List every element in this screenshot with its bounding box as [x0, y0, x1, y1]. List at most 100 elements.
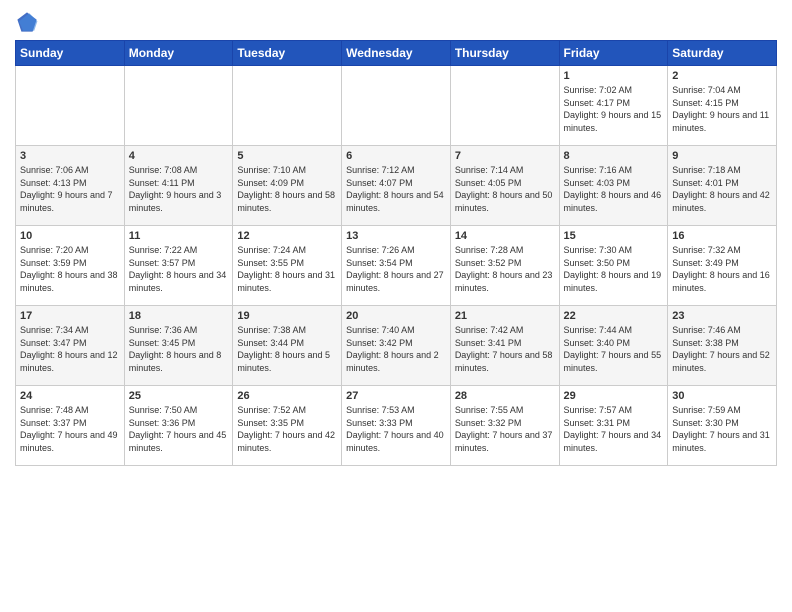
calendar-cell: 26 Sunrise: 7:52 AM Sunset: 3:35 PM Dayli…	[233, 386, 342, 466]
day-number: 19	[237, 310, 337, 322]
calendar-table: SundayMondayTuesdayWednesdayThursdayFrid…	[15, 40, 777, 466]
calendar-cell: 16 Sunrise: 7:32 AM Sunset: 3:49 PM Dayli…	[668, 226, 777, 306]
weekday-header-tuesday: Tuesday	[233, 41, 342, 66]
calendar-cell	[233, 66, 342, 146]
calendar-cell: 27Sunrise: 7:53 AM Sunset: 3:33 PM Dayli…	[342, 386, 451, 466]
day-info: Sunrise: 7:30 AM Sunset: 3:50 PM Dayligh…	[564, 244, 664, 294]
calendar-cell: 30 Sunrise: 7:59 AM Sunset: 3:30 PM Dayli…	[668, 386, 777, 466]
day-info: Sunrise: 7:04 AM Sunset: 4:15 PM Dayligh…	[672, 84, 772, 134]
day-number: 26	[237, 390, 337, 402]
day-number: 13	[346, 230, 446, 242]
calendar-week-row: 3 Sunrise: 7:06 AM Sunset: 4:13 PM Daylig…	[16, 146, 777, 226]
header-row	[15, 10, 777, 34]
day-number: 28	[455, 390, 555, 402]
calendar-cell: 10Sunrise: 7:20 AM Sunset: 3:59 PM Dayli…	[16, 226, 125, 306]
weekday-header-thursday: Thursday	[450, 41, 559, 66]
calendar-cell: 14 Sunrise: 7:28 AM Sunset: 3:52 PM Dayli…	[450, 226, 559, 306]
logo	[15, 10, 43, 34]
day-info: Sunrise: 7:57 AM Sunset: 3:31 PM Dayligh…	[564, 404, 664, 454]
day-info: Sunrise: 7:42 AM Sunset: 3:41 PM Dayligh…	[455, 324, 555, 374]
day-info: Sunrise: 7:14 AM Sunset: 4:05 PM Dayligh…	[455, 164, 555, 214]
day-number: 8	[564, 150, 664, 162]
calendar-cell: 15 Sunrise: 7:30 AM Sunset: 3:50 PM Dayli…	[559, 226, 668, 306]
calendar-cell: 20 Sunrise: 7:40 AM Sunset: 3:42 PM Dayli…	[342, 306, 451, 386]
day-info: Sunrise: 7:40 AM Sunset: 3:42 PM Dayligh…	[346, 324, 446, 374]
calendar-cell: 4Sunrise: 7:08 AM Sunset: 4:11 PM Daylig…	[124, 146, 233, 226]
day-number: 9	[672, 150, 772, 162]
calendar-cell: 7 Sunrise: 7:14 AM Sunset: 4:05 PM Daylig…	[450, 146, 559, 226]
day-number: 21	[455, 310, 555, 322]
calendar-cell: 17Sunrise: 7:34 AM Sunset: 3:47 PM Dayli…	[16, 306, 125, 386]
calendar-cell: 25 Sunrise: 7:50 AM Sunset: 3:36 PM Dayli…	[124, 386, 233, 466]
day-number: 12	[237, 230, 337, 242]
calendar-cell: 8 Sunrise: 7:16 AM Sunset: 4:03 PM Daylig…	[559, 146, 668, 226]
weekday-header-monday: Monday	[124, 41, 233, 66]
day-number: 25	[129, 390, 229, 402]
day-number: 5	[237, 150, 337, 162]
calendar-cell: 5Sunrise: 7:10 AM Sunset: 4:09 PM Daylig…	[233, 146, 342, 226]
calendar-cell: 21 Sunrise: 7:42 AM Sunset: 3:41 PM Dayli…	[450, 306, 559, 386]
weekday-header-saturday: Saturday	[668, 41, 777, 66]
day-number: 1	[564, 70, 664, 82]
day-number: 15	[564, 230, 664, 242]
day-number: 2	[672, 70, 772, 82]
day-info: Sunrise: 7:28 AM Sunset: 3:52 PM Dayligh…	[455, 244, 555, 294]
calendar-cell: 29 Sunrise: 7:57 AM Sunset: 3:31 PM Dayli…	[559, 386, 668, 466]
day-info: Sunrise: 7:52 AM Sunset: 3:35 PM Dayligh…	[237, 404, 337, 454]
day-info: Sunrise: 7:12 AM Sunset: 4:07 PM Dayligh…	[346, 164, 446, 214]
day-info: Sunrise: 7:55 AM Sunset: 3:32 PM Dayligh…	[455, 404, 555, 454]
day-info: Sunrise: 7:26 AM Sunset: 3:54 PM Dayligh…	[346, 244, 446, 294]
calendar-cell: 18 Sunrise: 7:36 AM Sunset: 3:45 PM Dayli…	[124, 306, 233, 386]
day-info: Sunrise: 7:50 AM Sunset: 3:36 PM Dayligh…	[129, 404, 229, 454]
calendar-cell: 24Sunrise: 7:48 AM Sunset: 3:37 PM Dayli…	[16, 386, 125, 466]
calendar-week-row: 1 Sunrise: 7:02 AM Sunset: 4:17 PM Daylig…	[16, 66, 777, 146]
day-info: Sunrise: 7:48 AM Sunset: 3:37 PM Dayligh…	[20, 404, 120, 454]
day-info: Sunrise: 7:16 AM Sunset: 4:03 PM Dayligh…	[564, 164, 664, 214]
day-info: Sunrise: 7:22 AM Sunset: 3:57 PM Dayligh…	[129, 244, 229, 294]
day-info: Sunrise: 7:32 AM Sunset: 3:49 PM Dayligh…	[672, 244, 772, 294]
calendar-cell: 2 Sunrise: 7:04 AM Sunset: 4:15 PM Daylig…	[668, 66, 777, 146]
calendar-cell: 13 Sunrise: 7:26 AM Sunset: 3:54 PM Dayli…	[342, 226, 451, 306]
page-container: SundayMondayTuesdayWednesdayThursdayFrid…	[0, 0, 792, 476]
day-info: Sunrise: 7:46 AM Sunset: 3:38 PM Dayligh…	[672, 324, 772, 374]
day-number: 11	[129, 230, 229, 242]
calendar-cell	[450, 66, 559, 146]
day-number: 7	[455, 150, 555, 162]
calendar-cell: 3 Sunrise: 7:06 AM Sunset: 4:13 PM Daylig…	[16, 146, 125, 226]
day-number: 6	[346, 150, 446, 162]
calendar-cell: 12 Sunrise: 7:24 AM Sunset: 3:55 PM Dayli…	[233, 226, 342, 306]
day-number: 3	[20, 150, 120, 162]
day-number: 30	[672, 390, 772, 402]
day-info: Sunrise: 7:53 AM Sunset: 3:33 PM Dayligh…	[346, 404, 446, 454]
calendar-cell	[342, 66, 451, 146]
day-number: 14	[455, 230, 555, 242]
day-info: Sunrise: 7:06 AM Sunset: 4:13 PM Dayligh…	[20, 164, 120, 214]
calendar-cell: 28 Sunrise: 7:55 AM Sunset: 3:32 PM Dayli…	[450, 386, 559, 466]
calendar-cell: 22Sunrise: 7:44 AM Sunset: 3:40 PM Dayli…	[559, 306, 668, 386]
day-info: Sunrise: 7:36 AM Sunset: 3:45 PM Dayligh…	[129, 324, 229, 374]
day-info: Sunrise: 7:59 AM Sunset: 3:30 PM Dayligh…	[672, 404, 772, 454]
day-info: Sunrise: 7:18 AM Sunset: 4:01 PM Dayligh…	[672, 164, 772, 214]
calendar-week-row: 24Sunrise: 7:48 AM Sunset: 3:37 PM Dayli…	[16, 386, 777, 466]
day-number: 18	[129, 310, 229, 322]
day-info: Sunrise: 7:24 AM Sunset: 3:55 PM Dayligh…	[237, 244, 337, 294]
day-info: Sunrise: 7:02 AM Sunset: 4:17 PM Dayligh…	[564, 84, 664, 134]
day-number: 16	[672, 230, 772, 242]
weekday-header-friday: Friday	[559, 41, 668, 66]
calendar-cell: 11 Sunrise: 7:22 AM Sunset: 3:57 PM Dayli…	[124, 226, 233, 306]
day-number: 20	[346, 310, 446, 322]
calendar-cell: 19 Sunrise: 7:38 AM Sunset: 3:44 PM Dayli…	[233, 306, 342, 386]
day-number: 17	[20, 310, 120, 322]
day-number: 23	[672, 310, 772, 322]
day-number: 29	[564, 390, 664, 402]
calendar-week-row: 10Sunrise: 7:20 AM Sunset: 3:59 PM Dayli…	[16, 226, 777, 306]
weekday-header-sunday: Sunday	[16, 41, 125, 66]
day-info: Sunrise: 7:38 AM Sunset: 3:44 PM Dayligh…	[237, 324, 337, 374]
day-info: Sunrise: 7:08 AM Sunset: 4:11 PM Dayligh…	[129, 164, 229, 214]
weekday-header-row: SundayMondayTuesdayWednesdayThursdayFrid…	[16, 41, 777, 66]
day-number: 10	[20, 230, 120, 242]
calendar-cell	[16, 66, 125, 146]
calendar-cell: 6 Sunrise: 7:12 AM Sunset: 4:07 PM Daylig…	[342, 146, 451, 226]
logo-icon	[15, 10, 39, 34]
calendar-cell: 23 Sunrise: 7:46 AM Sunset: 3:38 PM Dayli…	[668, 306, 777, 386]
